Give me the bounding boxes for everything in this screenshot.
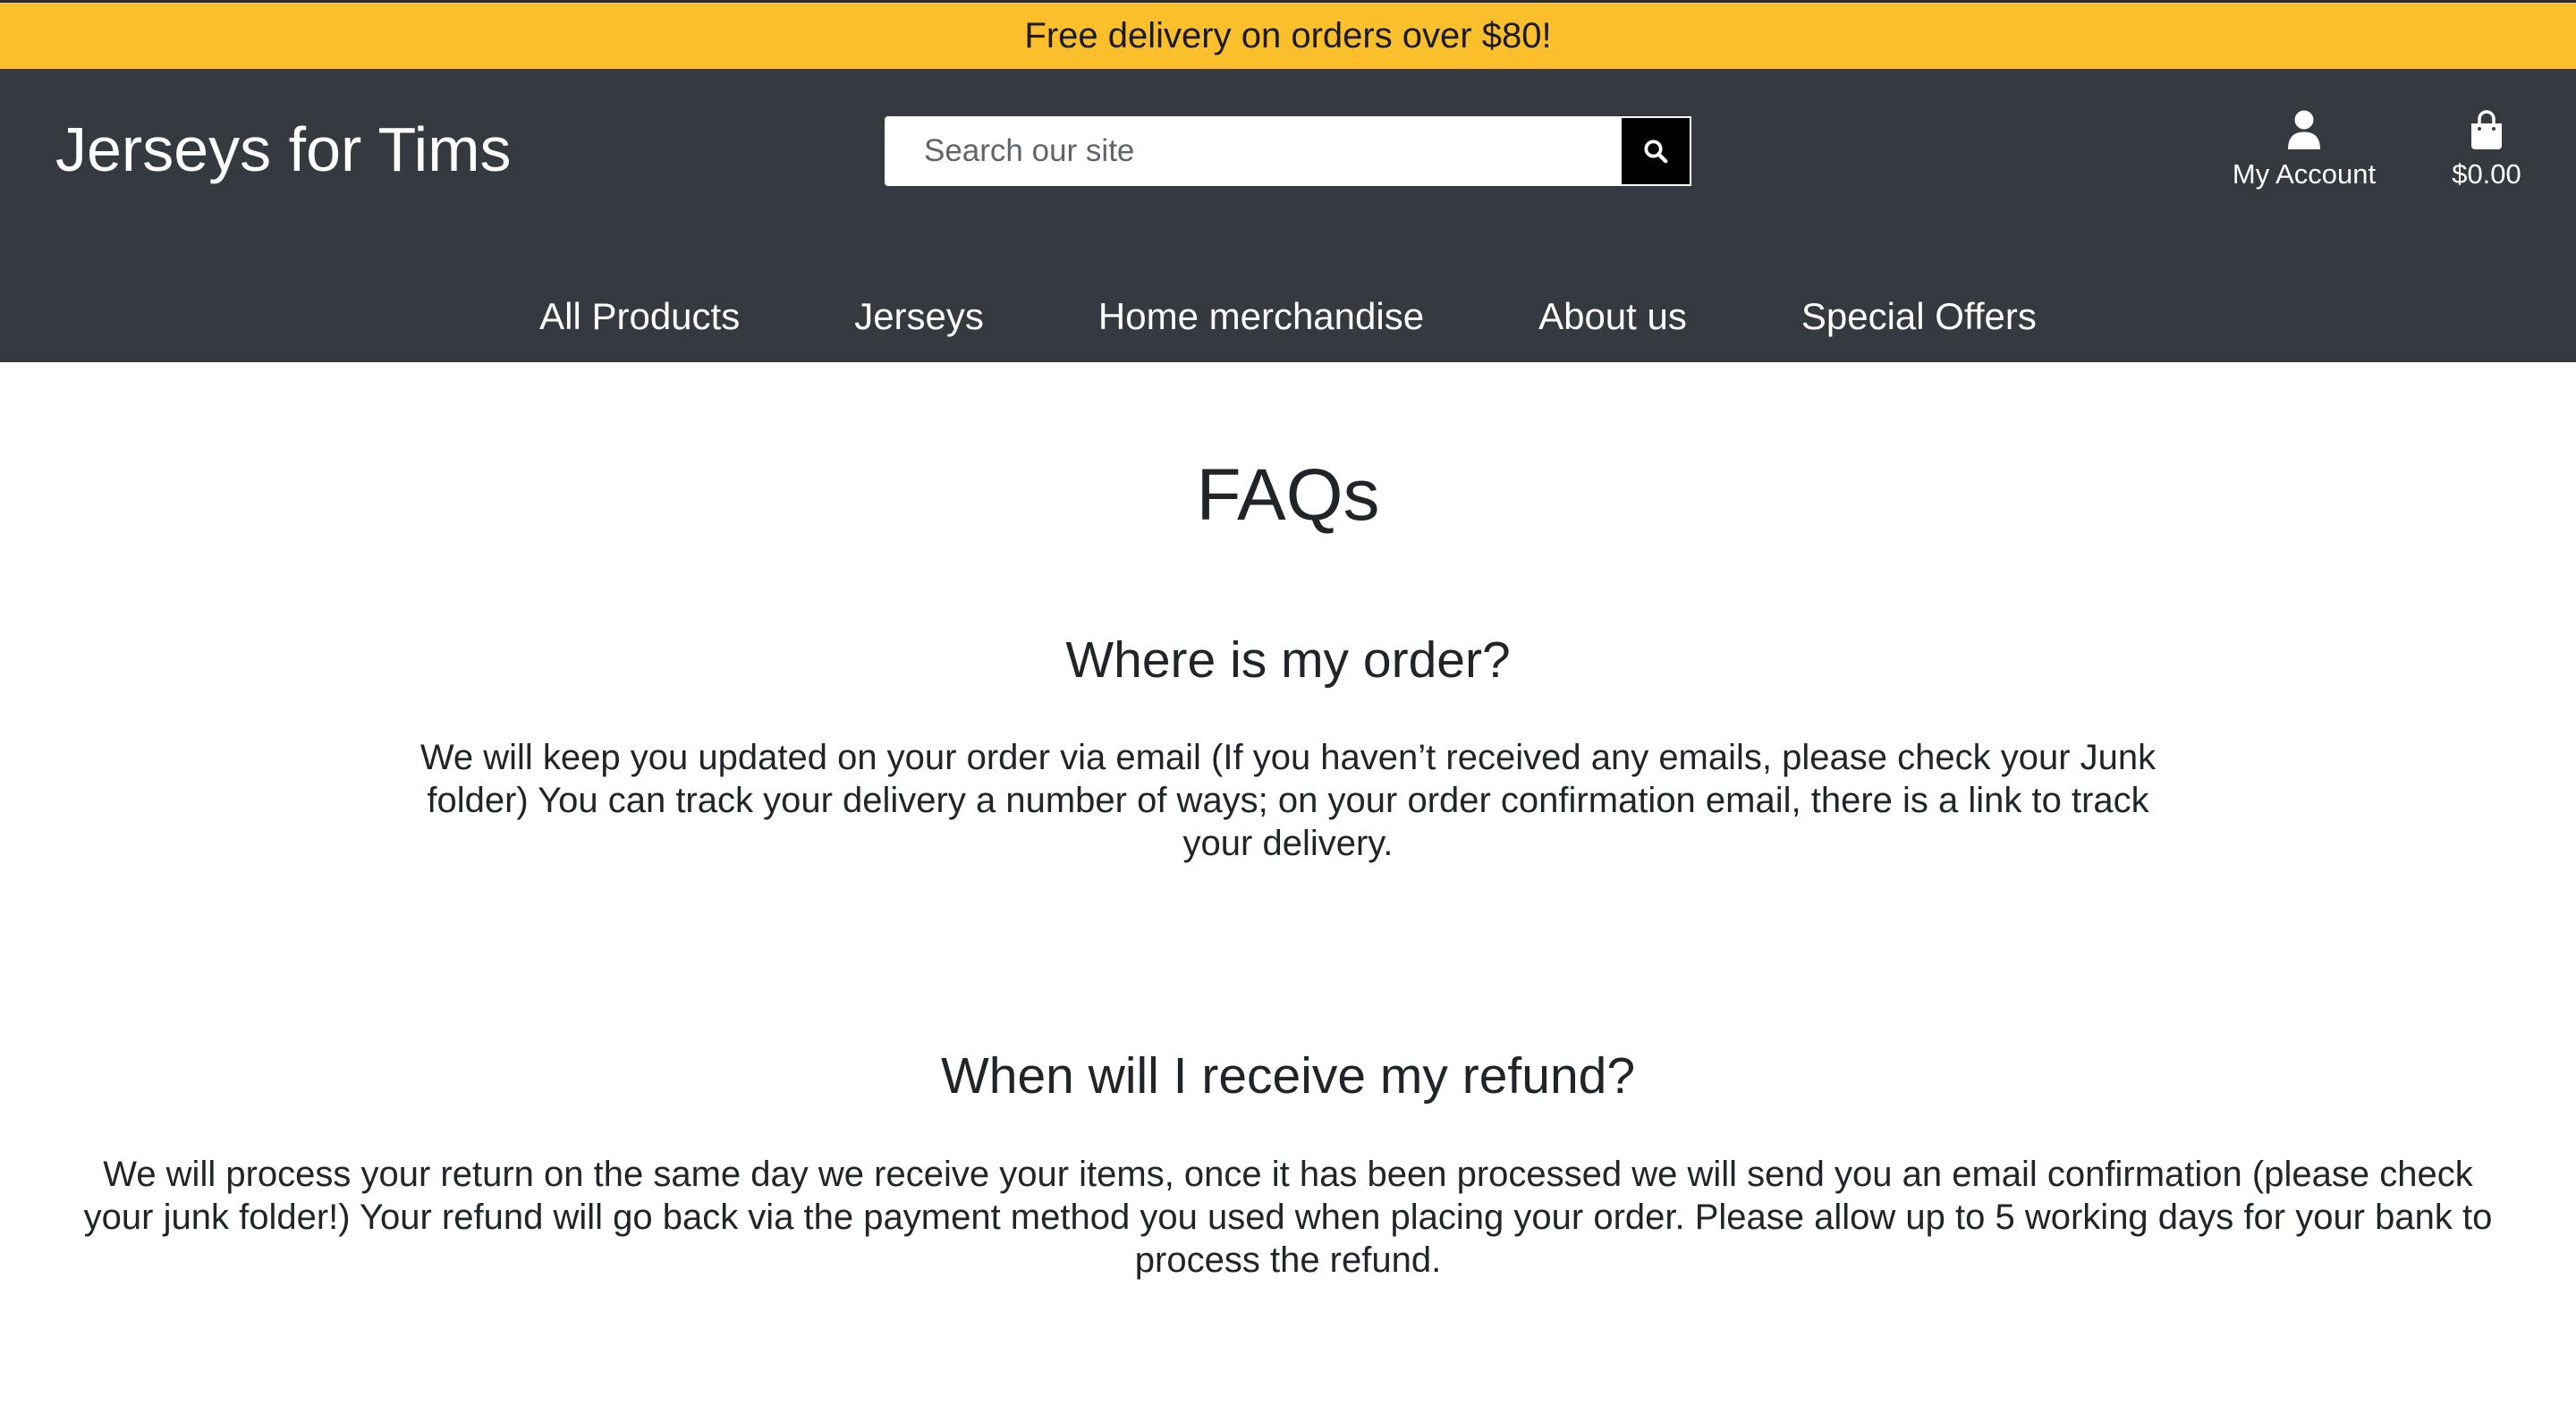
site-logo[interactable]: Jerseys for Tims — [55, 118, 512, 181]
announcement-text: Free delivery on orders over $80! — [1024, 15, 1552, 55]
search-input[interactable] — [885, 116, 1620, 186]
site-header: Jerseys for Tims My Account $0.00 All Pr… — [0, 69, 2576, 362]
cart-link[interactable]: $0.00 — [2442, 110, 2531, 191]
search-icon — [1644, 140, 1668, 164]
search-button[interactable] — [1620, 116, 1691, 186]
faq-question: When will I receive my refund? — [940, 1047, 1636, 1105]
main-nav: All Products Jerseys Home merchandise Ab… — [0, 271, 2576, 362]
faq-answer: We will process your return on the same … — [83, 1155, 2493, 1280]
my-account-link[interactable]: My Account — [2230, 110, 2378, 191]
nav-item-special-offers[interactable]: Special Offers — [1801, 295, 2037, 338]
announcement-bar: Free delivery on orders over $80! — [0, 0, 2576, 69]
nav-item-all-products[interactable]: All Products — [539, 295, 740, 338]
faq-answer: We will keep you updated on your order v… — [419, 738, 2157, 863]
cart-total: $0.00 — [2452, 158, 2521, 190]
nav-item-home-merchandise[interactable]: Home merchandise — [1098, 295, 1424, 338]
faq-question: Where is my order? — [1065, 631, 1511, 689]
page-title: FAQs — [1196, 454, 1380, 536]
nav-item-about-us[interactable]: About us — [1538, 295, 1687, 338]
user-icon — [2288, 110, 2320, 149]
my-account-label: My Account — [2232, 158, 2377, 190]
search-form — [885, 116, 1691, 186]
shopping-bag-icon — [2471, 110, 2502, 149]
nav-item-jerseys[interactable]: Jerseys — [854, 295, 984, 338]
